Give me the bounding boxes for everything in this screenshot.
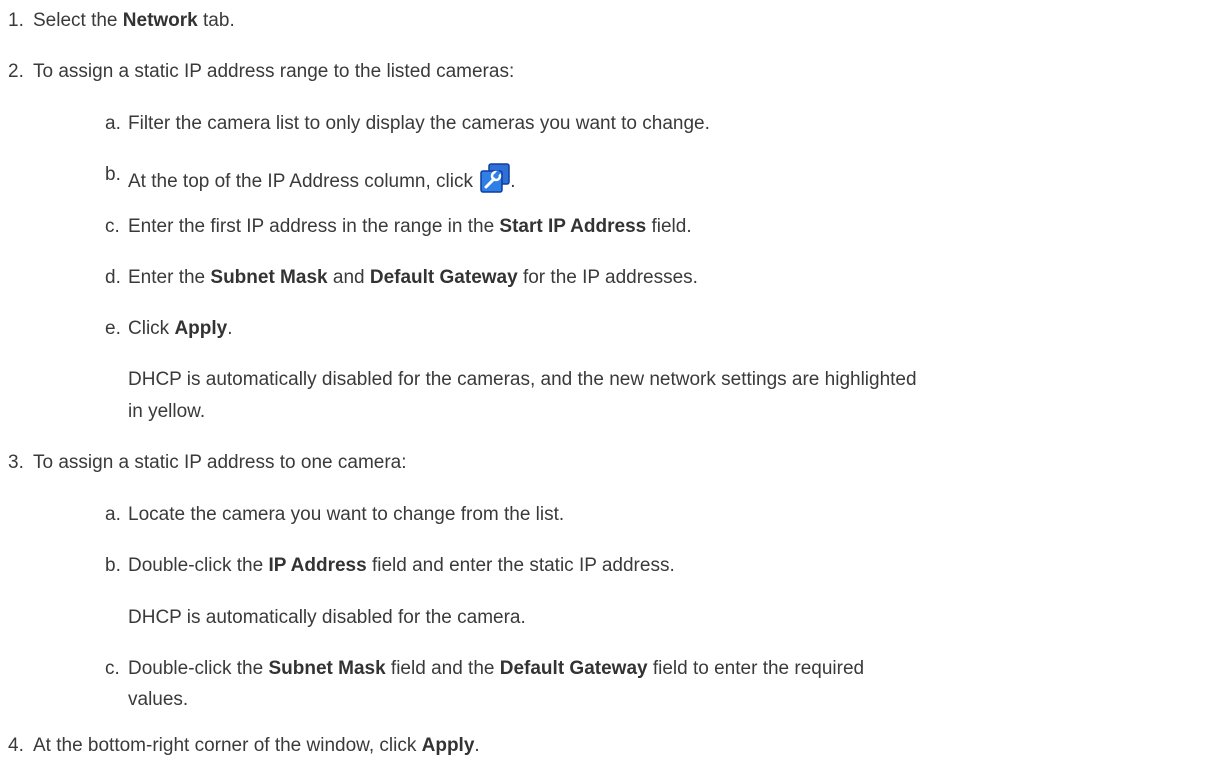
- step-2c-pre: Enter the first IP address in the range …: [128, 216, 500, 237]
- step-1-pre: Select the: [33, 10, 123, 31]
- step-3c-mid: field and the: [385, 658, 500, 679]
- step-3-number: 3.: [8, 452, 24, 473]
- step-2e-bold-apply: Apply: [174, 318, 228, 339]
- step-3b-post: field and enter the static IP address.: [366, 555, 675, 576]
- step-2b-text: At the top of the IP Address column, cli…: [128, 163, 516, 194]
- step-4-bold-apply: Apply: [421, 735, 475, 756]
- step-2-number: 2.: [8, 61, 24, 82]
- step-2e-text: Click Apply.: [128, 317, 233, 341]
- step-4-number: 4.: [8, 735, 24, 756]
- step-3c-line-2: values.: [128, 689, 189, 710]
- instructions-document: 1. Select the Network tab. 2. To assign …: [0, 0, 1221, 766]
- step-3b-letter: b.: [105, 555, 121, 576]
- step-3-text: To assign a static IP address to one cam…: [33, 452, 407, 473]
- step-4-text: At the bottom-right corner of the window…: [33, 734, 480, 758]
- step-3c-bold-gateway: Default Gateway: [499, 658, 648, 679]
- step-3c-bold-subnet: Subnet Mask: [268, 658, 386, 679]
- step-3b-text: Double-click the IP Address field and en…: [128, 554, 675, 578]
- step-1-number: 1.: [8, 10, 24, 31]
- step-2d-text: Enter the Subnet Mask and Default Gatewa…: [128, 266, 698, 290]
- step-2a-letter: a.: [105, 113, 121, 134]
- step-3-note: DHCP is automatically disabled for the c…: [128, 607, 526, 628]
- step-3b-bold-ip-address: IP Address: [268, 555, 367, 576]
- step-2d-post: for the IP addresses.: [517, 267, 698, 288]
- step-3c-letter: c.: [105, 658, 120, 679]
- step-4-post: .: [474, 735, 480, 756]
- step-2-note-line-2: in yellow.: [128, 401, 206, 422]
- step-3a-text: Locate the camera you want to change fro…: [128, 504, 565, 525]
- step-1-bold-network: Network: [122, 10, 198, 31]
- step-3a-letter: a.: [105, 504, 121, 525]
- step-2d-mid: and: [327, 267, 370, 288]
- step-2b-letter: b.: [105, 164, 121, 185]
- step-2c-letter: c.: [105, 216, 120, 237]
- step-1-text: Select the Network tab.: [33, 9, 235, 33]
- step-2b-pre: At the top of the IP Address column, cli…: [128, 171, 479, 192]
- step-2e-post: .: [227, 318, 233, 339]
- step-2d-bold-gateway: Default Gateway: [369, 267, 518, 288]
- wrench-settings-icon[interactable]: [480, 163, 511, 193]
- step-3b-pre: Double-click the: [128, 555, 269, 576]
- step-2a-text: Filter the camera list to only display t…: [128, 113, 710, 134]
- step-2-text: To assign a static IP address range to t…: [33, 61, 515, 82]
- step-2d-pre: Enter the: [128, 267, 211, 288]
- step-4-pre: At the bottom-right corner of the window…: [33, 735, 422, 756]
- step-2-note-line-1: DHCP is automatically disabled for the c…: [128, 369, 917, 390]
- step-2b-post: .: [510, 171, 516, 192]
- step-2e-letter: e.: [105, 318, 121, 339]
- step-2c-bold-start-ip: Start IP Address: [499, 216, 647, 237]
- step-1-post: tab.: [197, 10, 235, 31]
- step-2d-letter: d.: [105, 267, 121, 288]
- step-3c-text: Double-click the Subnet Mask field and t…: [128, 657, 864, 681]
- step-2d-bold-subnet: Subnet Mask: [210, 267, 328, 288]
- step-3c-post: field to enter the required: [647, 658, 865, 679]
- step-3c-pre: Double-click the: [128, 658, 269, 679]
- step-2c-post: field.: [646, 216, 692, 237]
- step-2e-pre: Click: [128, 318, 175, 339]
- step-2c-text: Enter the first IP address in the range …: [128, 215, 692, 239]
